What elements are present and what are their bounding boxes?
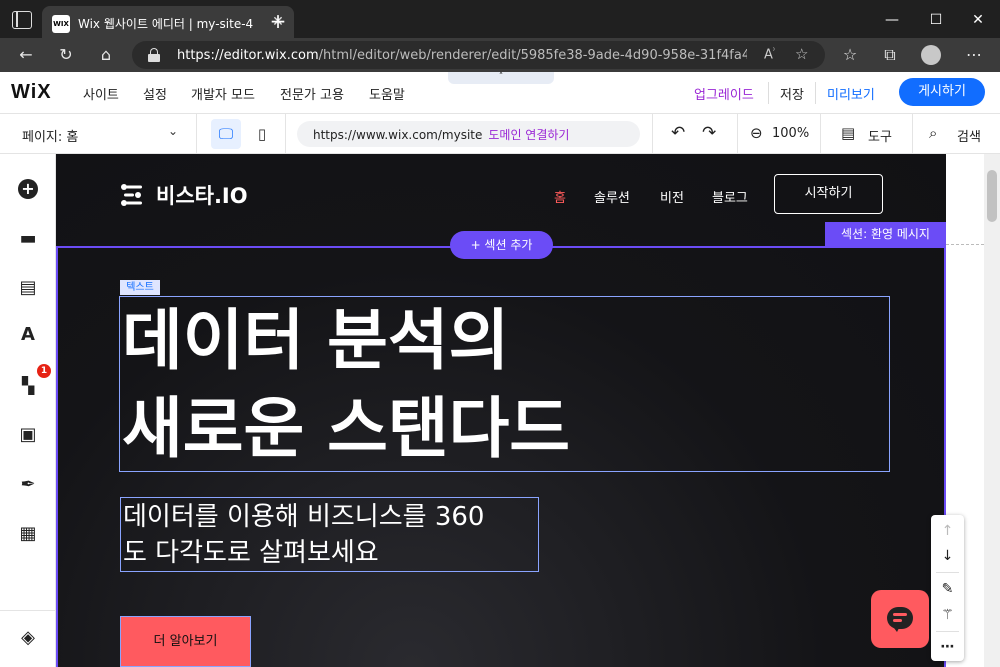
divider <box>936 572 959 573</box>
redo-icon[interactable]: ↷ <box>702 123 716 143</box>
browser-toolbar: ← ↻ ⌂ https://editor.wix.com/html/editor… <box>0 38 1000 72</box>
read-aloud-icon[interactable]: A⁾ <box>764 46 775 62</box>
divider <box>652 114 653 154</box>
hero-heading-line1: 데이터 분석의 <box>122 302 510 379</box>
browser-titlebar: WIX Wix 웹사이트 에디터 | my-site-4 ✕ + — ☐ ✕ <box>0 0 1000 42</box>
divider <box>936 631 959 632</box>
wix-favicon-icon: WIX <box>52 15 70 33</box>
layers-icon[interactable]: ◈ <box>15 625 41 651</box>
page-selector[interactable]: 페이지: 홈 <box>22 126 78 145</box>
divider <box>737 114 738 154</box>
new-tab-icon[interactable]: + <box>266 10 290 34</box>
divider <box>912 114 913 154</box>
divider <box>768 82 769 104</box>
divider <box>815 82 816 104</box>
minimize-icon[interactable]: — <box>872 8 912 32</box>
address-bar[interactable]: https://editor.wix.com/html/editor/web/r… <box>132 41 825 69</box>
site-nav-blog[interactable]: 블로그 <box>712 187 748 206</box>
more-icon[interactable]: ⋯ <box>962 43 986 67</box>
favorite-add-icon[interactable]: ☆ <box>795 45 808 63</box>
start-button[interactable]: 시작하기 <box>774 174 883 214</box>
apps-badge: 1 <box>37 364 51 378</box>
hero-subtext-line2: 도 다각도로 살펴보세요 <box>123 538 379 568</box>
desktop-view-icon[interactable]: 🖵 <box>211 119 241 149</box>
menu-help[interactable]: 도움말 <box>369 84 405 103</box>
chat-button[interactable] <box>871 590 929 648</box>
learn-more-button[interactable]: 더 알아보기 <box>120 616 251 667</box>
lock-icon[interactable] <box>148 48 160 62</box>
add-icon[interactable]: + <box>15 176 41 202</box>
browser-tab[interactable]: WIX Wix 웹사이트 에디터 | my-site-4 ✕ <box>42 6 294 42</box>
scrollbar-thumb[interactable] <box>987 170 997 222</box>
divider <box>285 114 286 154</box>
site-nav-solutions[interactable]: 솔루션 <box>594 187 630 206</box>
upgrade-button[interactable]: 업그레이드 <box>694 84 754 103</box>
site-nav-home[interactable]: 홈 <box>554 187 566 206</box>
menu-hire-expert[interactable]: 전문가 고용 <box>280 84 344 103</box>
menu-dev-mode[interactable]: 개발자 모드 <box>191 84 255 103</box>
section-tools-panel: ↑ ↓ ✎ ⚚ ⋯ <box>931 515 964 661</box>
sections-icon[interactable]: ▬ <box>15 226 41 252</box>
divider <box>196 114 197 154</box>
chevron-down-icon[interactable]: ⌄ <box>168 124 178 138</box>
back-icon[interactable]: ← <box>14 43 38 67</box>
design-icon[interactable]: A <box>15 322 41 348</box>
hero-subtext[interactable]: 데이터를 이용해 비즈니스를 360 도 다각도로 살펴보세요 <box>123 499 533 571</box>
publish-button[interactable]: 게시하기 <box>899 78 985 106</box>
preview-button[interactable]: 미리보기 <box>827 84 875 103</box>
search-icon[interactable]: ⌕ <box>929 124 937 142</box>
menu-site[interactable]: 사이트 <box>83 84 119 103</box>
hero-heading[interactable]: 데이터 분석의 새로운 스탠다드 <box>122 297 882 473</box>
maximize-icon[interactable]: ☐ <box>916 8 956 32</box>
tab-title: Wix 웹사이트 에디터 | my-site-4 <box>78 17 254 31</box>
editor-sidebar: + ▬ ▤ A ▚ 1 ▣ ✒ ▦ ◈ <box>0 154 56 667</box>
url-text: https://editor.wix.com/html/editor/web/r… <box>177 48 747 63</box>
magic-wand-icon[interactable]: ⚚ <box>931 603 964 627</box>
site-nav-vision[interactable]: 비전 <box>660 187 684 206</box>
blog-icon[interactable]: ✒ <box>15 472 41 498</box>
undo-icon[interactable]: ↶ <box>671 123 685 143</box>
move-down-icon[interactable]: ↓ <box>931 544 964 568</box>
add-section-button[interactable]: + 섹션 추가 <box>450 231 553 259</box>
refresh-icon[interactable]: ↻ <box>54 43 78 67</box>
brand-name[interactable]: 비스타.IO <box>156 180 248 210</box>
collapse-topbar-handle[interactable]: ˄ <box>448 72 554 84</box>
zoom-out-icon[interactable]: ⊖ <box>750 124 763 142</box>
brand-logo-icon <box>121 184 142 206</box>
site-preview[interactable]: 비스타.IO 홈 솔루션 비전 블로그 시작하기 섹션: 환영 메시지 + 섹션… <box>56 154 946 667</box>
pages-icon[interactable]: ▤ <box>15 275 41 301</box>
move-up-icon[interactable]: ↑ <box>931 519 964 543</box>
apps-icon[interactable]: ▚ <box>15 373 41 399</box>
tab-actions-icon[interactable] <box>12 11 32 29</box>
section-guide-line <box>946 244 984 245</box>
section-label[interactable]: 섹션: 환영 메시지 <box>825 222 946 246</box>
media-icon[interactable]: ▣ <box>15 422 41 448</box>
tools-icon[interactable]: ▤ <box>841 124 855 142</box>
divider <box>820 114 821 154</box>
profile-avatar[interactable] <box>921 45 941 65</box>
edit-pen-icon[interactable]: ✎ <box>931 577 964 601</box>
tools-button[interactable]: 도구 <box>868 126 892 145</box>
zoom-level[interactable]: 100% <box>772 126 809 141</box>
hero-heading-line2: 새로운 스탠다드 <box>122 390 571 467</box>
wix-secondary-bar: 페이지: 홈 ⌄ 🖵 ▯ https://www.wix.com/mysite 도… <box>0 114 1000 154</box>
mobile-view-icon[interactable]: ▯ <box>247 119 277 149</box>
save-button[interactable]: 저장 <box>780 84 804 103</box>
calendar-icon[interactable]: ▦ <box>15 521 41 547</box>
wix-logo[interactable]: WiX <box>11 81 52 104</box>
favorites-icon[interactable]: ☆ <box>838 43 862 67</box>
canvas-scrollbar[interactable] <box>984 154 1000 667</box>
divider <box>0 610 56 611</box>
site-url-pill: https://www.wix.com/mysite 도메인 연결하기 <box>297 121 640 147</box>
hero-subtext-line1: 데이터를 이용해 비즈니스를 360 <box>123 502 485 532</box>
close-window-icon[interactable]: ✕ <box>958 8 998 32</box>
collections-icon[interactable]: ⧉ <box>878 43 902 67</box>
home-icon[interactable]: ⌂ <box>94 43 118 67</box>
site-url-text: https://www.wix.com/mysite 도메인 연결하기 <box>313 128 570 142</box>
text-element-tag: 텍스트 <box>120 280 160 295</box>
menu-settings[interactable]: 설정 <box>143 84 167 103</box>
connect-domain-link[interactable]: 도메인 연결하기 <box>488 128 569 142</box>
search-button[interactable]: 검색 <box>957 126 981 145</box>
more-options-icon[interactable]: ⋯ <box>931 635 964 659</box>
